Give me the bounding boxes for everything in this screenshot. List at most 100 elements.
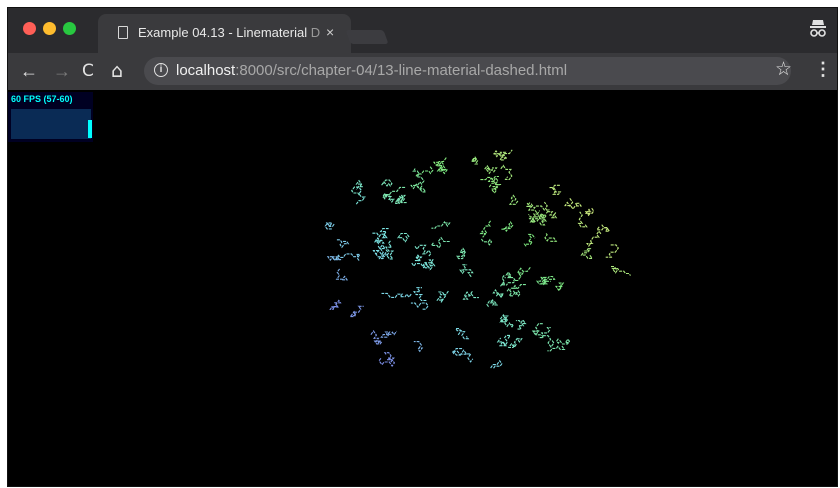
dashed-line-segment: [509, 284, 526, 291]
dashed-line-segment: [586, 230, 602, 247]
dashed-line-segment: [336, 239, 350, 249]
dashed-line-segment: [470, 156, 479, 165]
dashed-line-segment: [454, 328, 470, 340]
close-window-button[interactable]: [23, 22, 36, 35]
dashed-line-segment: [500, 274, 507, 287]
toolbar: ← → C ⌂ i localhost:8000/src/chapter-04/…: [8, 53, 837, 90]
tab-title: Example 04.13 - Linematerial D: [138, 25, 321, 40]
dashed-line-segment: [556, 338, 571, 345]
tab-title-faded: D: [310, 25, 321, 40]
dashed-line-segment: [484, 164, 498, 175]
dashed-line-segment: [490, 359, 503, 370]
dashed-line-segment: [372, 243, 387, 256]
dashed-line-segment: [479, 220, 492, 238]
dashed-line-segment: [414, 254, 423, 262]
dashed-line-segment: [436, 290, 449, 303]
dashed-line-segment: [505, 271, 516, 286]
dashed-line-segment: [459, 264, 474, 278]
dashed-line-segment: [410, 183, 427, 193]
dashed-line-segment: [431, 220, 451, 229]
dashed-line-segment: [605, 244, 619, 258]
dashed-line-segment: [326, 256, 343, 262]
dashed-line-segment: [528, 217, 536, 223]
new-tab-button[interactable]: [345, 30, 389, 44]
home-button[interactable]: ⌂: [111, 60, 123, 82]
reload-button[interactable]: C: [82, 60, 94, 82]
dashed-line-segment: [480, 238, 493, 246]
dashed-line-segment: [486, 299, 499, 308]
page-viewport: 60 FPS (57-60): [8, 90, 837, 486]
dashed-line-segment: [413, 341, 424, 353]
dashed-line-segment: [595, 223, 611, 232]
dashed-line-segment: [501, 221, 514, 233]
dashed-line-segment: [498, 149, 513, 161]
dashed-line-segment: [507, 337, 523, 349]
dashed-line-segment: [496, 334, 512, 347]
dashed-line-segment: [414, 244, 432, 257]
dashed-line-segment: [490, 183, 502, 194]
url-text[interactable]: localhost:8000/src/chapter-04/13-line-ma…: [176, 62, 567, 79]
dashed-line-segment: [324, 222, 335, 230]
webgl-canvas[interactable]: [8, 90, 837, 486]
dashed-line-segment: [500, 318, 515, 328]
dashed-line-segment: [513, 266, 531, 282]
dashed-line-segment: [397, 232, 410, 243]
dashed-line-segment: [372, 228, 389, 239]
dashed-line-segment: [381, 292, 412, 299]
incognito-icon[interactable]: [809, 18, 827, 38]
dashed-line-segment: [413, 287, 427, 302]
tab-close-icon[interactable]: ×: [326, 24, 334, 40]
dashed-line-segment: [584, 207, 595, 217]
dashed-line-segment: [380, 330, 398, 338]
dashed-line-segment: [430, 236, 450, 249]
dashed-line-segment: [531, 323, 545, 339]
dashed-line-segment: [536, 276, 551, 286]
back-button[interactable]: ←: [20, 60, 38, 82]
dashed-line-segment: [335, 268, 349, 281]
url-path: :8000/src/chapter-04/13-line-material-da…: [235, 62, 568, 79]
dashed-line-segment: [580, 248, 594, 259]
fps-label: 60 FPS (57-60): [11, 94, 73, 104]
dashed-line-segment: [412, 168, 425, 186]
menu-icon[interactable]: ⋮: [814, 59, 832, 80]
browser-window: Example 04.13 - Linematerial D × ← → C ⌂…: [7, 7, 838, 487]
url-host: localhost: [176, 62, 236, 79]
fps-stats-panel[interactable]: 60 FPS (57-60): [8, 92, 93, 142]
dashed-line-segment: [500, 164, 513, 181]
dashed-line-segment: [459, 349, 474, 363]
dashed-line-segment: [547, 345, 566, 352]
maximize-window-button[interactable]: [63, 22, 76, 35]
fps-graph: [11, 109, 92, 139]
address-bar[interactable]: i localhost:8000/src/chapter-04/13-line-…: [144, 57, 791, 85]
dashed-line-segment: [424, 259, 436, 272]
dashed-line-segment: [564, 197, 583, 210]
bookmark-star-icon[interactable]: ☆: [775, 58, 792, 81]
dashed-line-segment: [488, 177, 500, 188]
dashed-line-segment: [549, 184, 562, 195]
dashed-line-segment: [350, 305, 364, 318]
dashed-line-segment: [611, 266, 631, 276]
dashed-line-segment: [384, 240, 394, 260]
forward-button[interactable]: →: [53, 60, 71, 82]
dashed-line-segment: [543, 201, 558, 219]
tab-active[interactable]: Example 04.13 - Linematerial D ×: [98, 14, 351, 53]
dashed-line-segment: [373, 236, 385, 245]
info-icon[interactable]: i: [154, 63, 168, 77]
dashed-line-segment: [410, 302, 429, 310]
dashed-line-segment: [378, 357, 396, 367]
dashed-line-segment: [329, 299, 342, 310]
dashed-line-segment: [381, 179, 393, 187]
dashed-line-segment: [370, 330, 383, 346]
dashed-line-segment: [515, 319, 527, 330]
dashed-line-segment: [455, 247, 467, 260]
minimize-window-button[interactable]: [43, 22, 56, 35]
dashed-line-segment: [462, 290, 479, 300]
tab-strip: Example 04.13 - Linematerial D ×: [8, 8, 837, 53]
dashed-line-segment: [577, 211, 588, 228]
dashed-line-segment: [523, 233, 536, 247]
dashed-line-segment: [355, 185, 366, 205]
dashed-line-segment: [554, 282, 565, 292]
page-icon: [118, 26, 128, 39]
dashed-line-segment: [506, 288, 521, 297]
dashed-line-segment: [508, 194, 519, 205]
